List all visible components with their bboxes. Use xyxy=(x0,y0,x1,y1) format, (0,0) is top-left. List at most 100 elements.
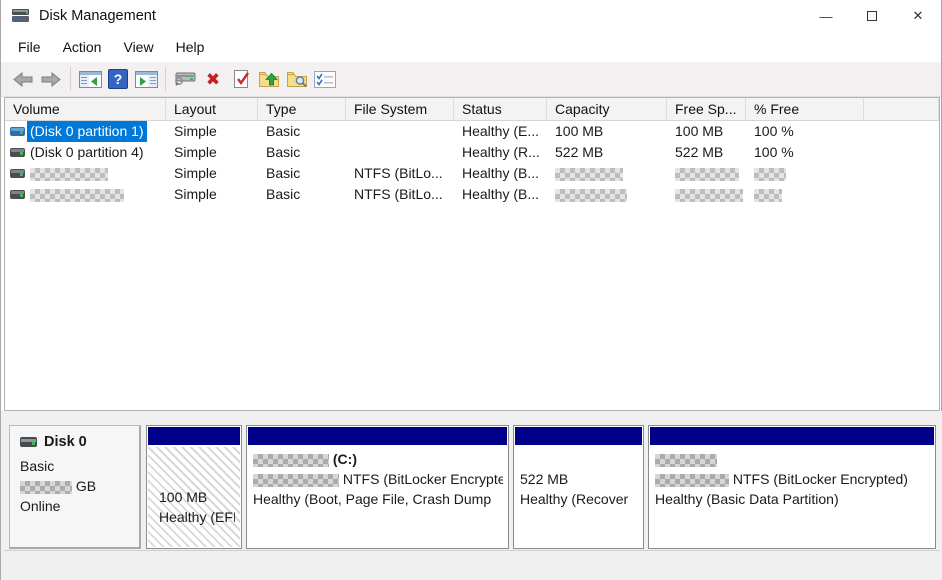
partition-c[interactable]: (C:) NTFS (BitLocker Encrypted) Healthy … xyxy=(246,425,509,549)
cell-file-system xyxy=(346,142,454,163)
partition-size-fs: NTFS (BitLocker Encrypted) xyxy=(253,469,503,489)
header-percent-free[interactable]: % Free xyxy=(746,98,864,121)
volume-name: (Disk 0 partition 4) xyxy=(27,142,147,163)
partition-color-bar xyxy=(148,427,240,446)
disk0-label-box[interactable]: Disk 0 Basic GB Online xyxy=(9,425,141,549)
cell-status: Healthy (E... xyxy=(454,121,547,142)
cell-free-space: 522 MB xyxy=(667,142,746,163)
cell-status: Healthy (R... xyxy=(454,142,547,163)
help-icon[interactable]: ? xyxy=(104,66,132,93)
disk-type: Basic xyxy=(20,456,139,476)
disk-management-window: Disk Management — ✕ File Action View Hel… xyxy=(0,0,942,580)
volume-name-redacted xyxy=(27,184,127,205)
partition-data[interactable]: NTFS (BitLocker Encrypted) Healthy (Basi… xyxy=(648,425,936,549)
disk-status: Online xyxy=(20,496,139,516)
volume-drive-icon xyxy=(10,148,25,157)
volume-drive-icon xyxy=(10,127,25,136)
cell-status: Healthy (B... xyxy=(454,184,547,205)
cell-capacity-redacted xyxy=(547,184,667,205)
cell-file-system: NTFS (BitLo... xyxy=(346,184,454,205)
header-file-system[interactable]: File System xyxy=(346,98,454,121)
cell-layout: Simple xyxy=(166,142,258,163)
header-status[interactable]: Status xyxy=(454,98,547,121)
cell-file-system xyxy=(346,121,454,142)
partition-body: 100 MB Healthy (EFI xyxy=(148,447,240,547)
partition-size: 100 MB xyxy=(154,487,235,507)
toolbar-separator xyxy=(165,67,166,91)
cell-capacity-redacted xyxy=(547,163,667,184)
checklist-icon[interactable] xyxy=(311,66,339,93)
cell-percent-free-redacted xyxy=(746,184,864,205)
partition-name-redacted xyxy=(655,449,930,469)
partition-color-bar xyxy=(515,427,642,446)
volume-name: (Disk 0 partition 1) xyxy=(27,121,147,142)
show-console-tree-icon[interactable] xyxy=(76,66,104,93)
disk-name: Disk 0 xyxy=(44,434,87,450)
partition-status: Healthy (Boot, Page File, Crash Dump xyxy=(253,489,503,509)
delete-red-x-icon[interactable]: ✖ xyxy=(199,66,227,93)
cell-percent-free: 100 % xyxy=(746,142,864,163)
menu-view[interactable]: View xyxy=(112,35,164,59)
cell-status: Healthy (B... xyxy=(454,163,547,184)
partition-status: Healthy (Basic Data Partition) xyxy=(655,489,930,509)
partition-color-bar xyxy=(650,427,934,446)
table-row[interactable]: Simple Basic NTFS (BitLo... Healthy (B..… xyxy=(5,184,939,205)
menu-bar: File Action View Help xyxy=(1,32,941,62)
partition-color-bar xyxy=(248,427,507,446)
header-capacity[interactable]: Capacity xyxy=(547,98,667,121)
partition-status: Healthy (Recover xyxy=(520,489,638,509)
cell-capacity: 100 MB xyxy=(547,121,667,142)
window-title: Disk Management xyxy=(39,8,156,24)
partition-name: (C:) xyxy=(253,449,503,469)
cell-layout: Simple xyxy=(166,163,258,184)
volume-table-header: Volume Layout Type File System Status Ca… xyxy=(5,98,939,121)
cell-free-space-redacted xyxy=(667,163,746,184)
header-free-space[interactable]: Free Sp... xyxy=(667,98,746,121)
partition-status: Healthy (EFI xyxy=(154,507,235,527)
menu-help[interactable]: Help xyxy=(165,35,216,59)
cell-file-system: NTFS (BitLo... xyxy=(346,163,454,184)
table-row[interactable]: Simple Basic NTFS (BitLo... Healthy (B..… xyxy=(5,163,939,184)
folder-magnifier-icon[interactable] xyxy=(283,66,311,93)
disk-size: GB xyxy=(20,476,139,496)
partition-size-fs: NTFS (BitLocker Encrypted) xyxy=(655,469,930,489)
maximize-button[interactable] xyxy=(849,0,895,32)
partition-recovery[interactable]: 522 MB Healthy (Recover xyxy=(513,425,644,549)
volume-list-panel: Volume Layout Type File System Status Ca… xyxy=(4,97,940,411)
folder-up-arrow-icon[interactable] xyxy=(255,66,283,93)
menu-file[interactable]: File xyxy=(7,35,52,59)
show-action-pane-icon[interactable] xyxy=(132,66,160,93)
maximize-icon xyxy=(867,11,877,21)
disk-rescan-icon[interactable] xyxy=(171,66,199,93)
cell-percent-free: 100 % xyxy=(746,121,864,142)
panel-divider xyxy=(4,550,940,551)
table-row[interactable]: (Disk 0 partition 1) Simple Basic Health… xyxy=(5,121,939,142)
svg-text:?: ? xyxy=(114,71,123,87)
header-volume[interactable]: Volume xyxy=(5,98,166,121)
partition-size: 522 MB xyxy=(520,469,638,489)
cell-type: Basic xyxy=(258,184,346,205)
cell-layout: Simple xyxy=(166,121,258,142)
forward-arrow-icon[interactable] xyxy=(37,66,65,93)
disk-management-app-icon xyxy=(11,8,31,24)
back-arrow-icon[interactable] xyxy=(9,66,37,93)
cell-capacity: 522 MB xyxy=(547,142,667,163)
header-layout[interactable]: Layout xyxy=(166,98,258,121)
window-controls: — ✕ xyxy=(803,0,941,32)
cell-percent-free-redacted xyxy=(746,163,864,184)
header-type[interactable]: Type xyxy=(258,98,346,121)
header-empty[interactable] xyxy=(864,98,939,121)
toolbar: ? ✖ xyxy=(1,62,941,97)
cell-layout: Simple xyxy=(166,184,258,205)
minimize-button[interactable]: — xyxy=(803,0,849,32)
disk-graphical-panel: Disk 0 Basic GB Online 100 MB Healthy (E… xyxy=(1,411,942,580)
page-checkmark-icon[interactable] xyxy=(227,66,255,93)
cell-type: Basic xyxy=(258,121,346,142)
volume-name-redacted xyxy=(27,163,111,184)
menu-action[interactable]: Action xyxy=(52,35,113,59)
table-row[interactable]: (Disk 0 partition 4) Simple Basic Health… xyxy=(5,142,939,163)
cell-free-space-redacted xyxy=(667,184,746,205)
close-button[interactable]: ✕ xyxy=(895,0,941,32)
partition-efi[interactable]: 100 MB Healthy (EFI xyxy=(146,425,242,549)
disk-icon xyxy=(20,437,37,447)
